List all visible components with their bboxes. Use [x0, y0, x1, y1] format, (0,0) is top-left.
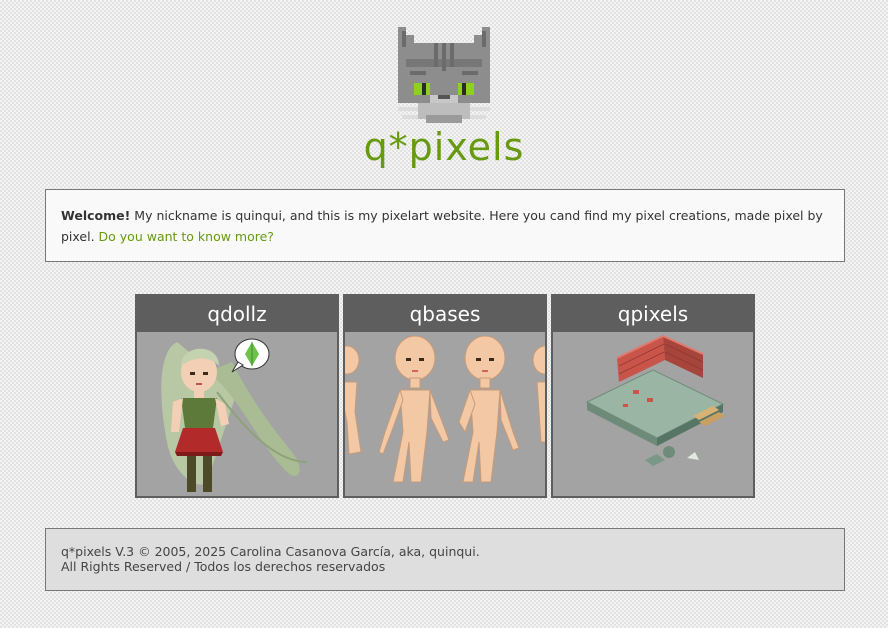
pixel-room-icon	[553, 332, 753, 496]
card-qdollz[interactable]: qdollz	[135, 294, 339, 498]
pixel-doll-icon	[137, 332, 337, 496]
welcome-box: Welcome! My nickname is quinqui, and thi…	[45, 189, 845, 262]
card-title: qbases	[345, 296, 545, 332]
know-more-link[interactable]: Do you want to know more?	[99, 229, 274, 244]
card-qpixels[interactable]: qpixels	[551, 294, 755, 498]
copyright-text: q*pixels V.3 © 2005, 2025 Carolina Casan…	[61, 544, 480, 559]
sections-grid: qdollz qbases qpixels	[135, 294, 755, 498]
site-logo[interactable]	[398, 26, 490, 124]
site-footer: q*pixels V.3 © 2005, 2025 Carolina Casan…	[45, 528, 845, 591]
card-title: qpixels	[553, 296, 753, 332]
card-title: qdollz	[137, 296, 337, 332]
doll-bases-icon	[345, 332, 545, 496]
site-title[interactable]: q*pixels	[0, 124, 888, 170]
rights-text: All Rights Reserved / Todos los derechos…	[61, 559, 386, 574]
card-qbases[interactable]: qbases	[343, 294, 547, 498]
pixel-cat-icon	[398, 27, 490, 123]
welcome-heading: Welcome!	[61, 208, 131, 223]
